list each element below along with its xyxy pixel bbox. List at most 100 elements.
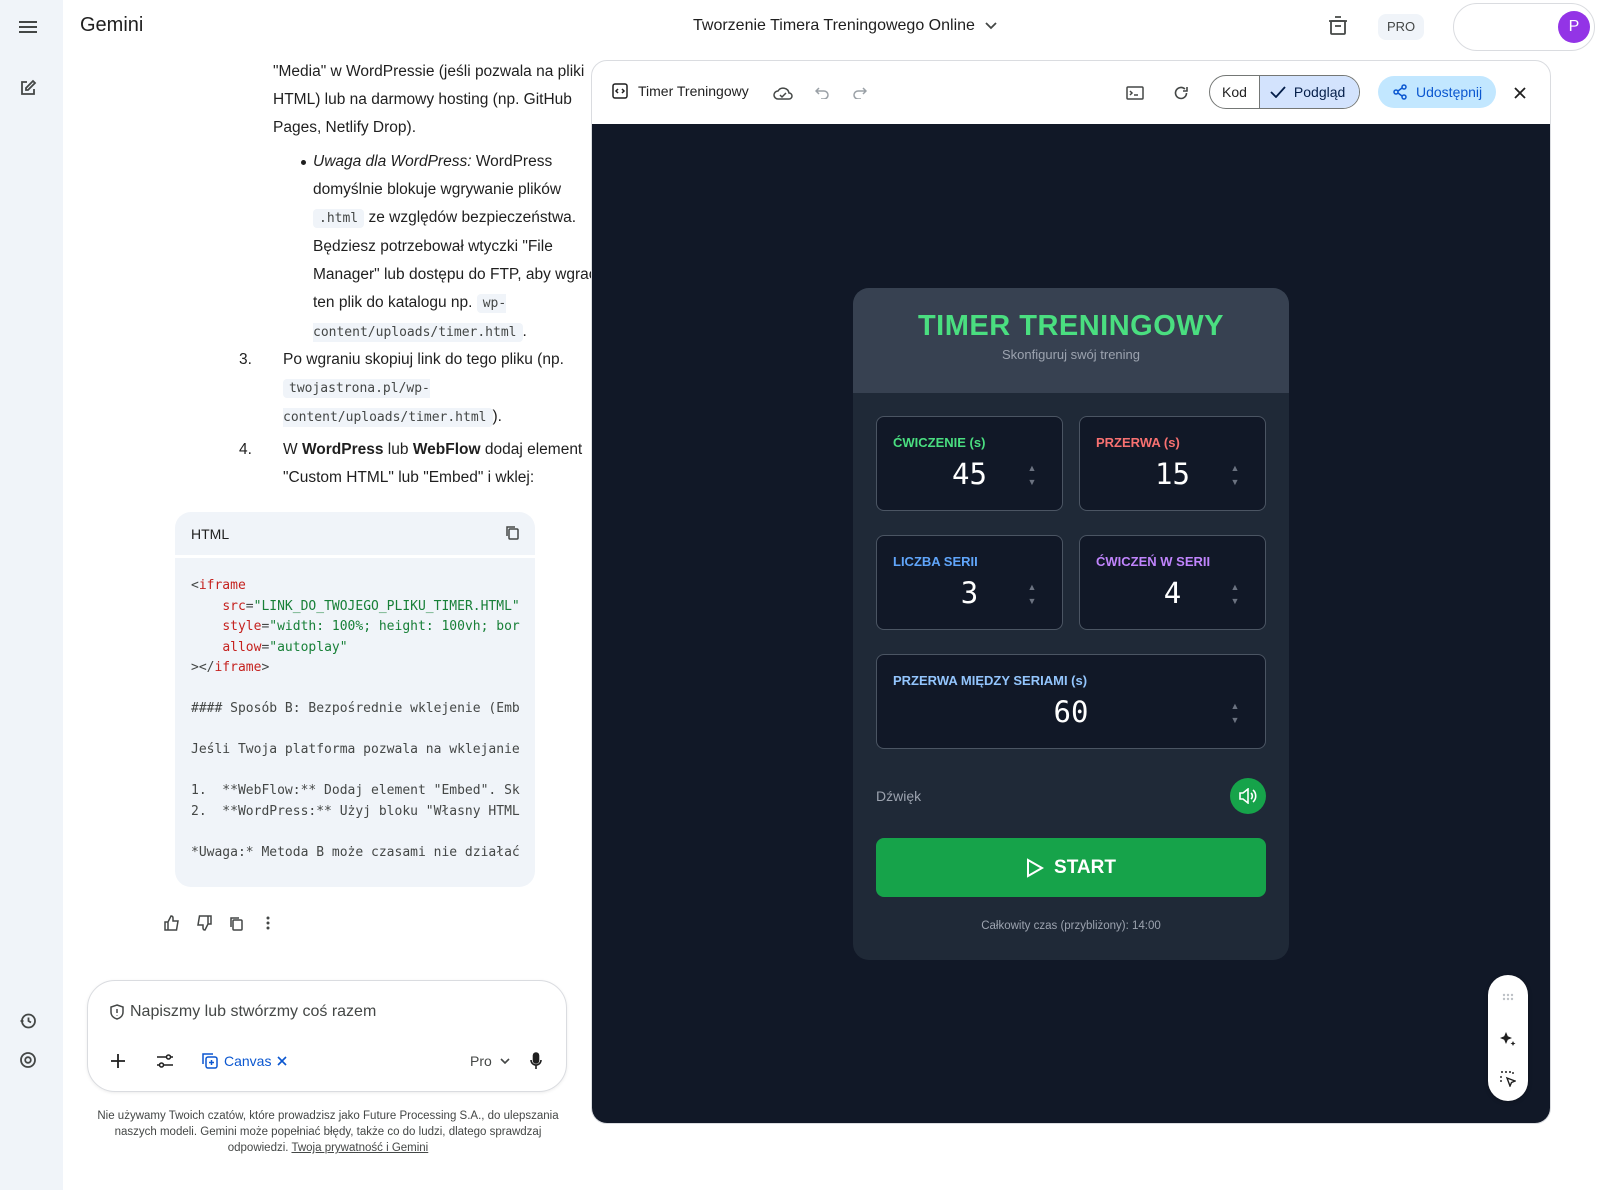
bullet-dot	[301, 160, 306, 165]
code-view-button[interactable]: Kod	[1210, 76, 1259, 108]
code-line: Jeśli Twoja platforma pozwala na wklejan…	[191, 742, 520, 757]
step4-bold: WordPress	[301, 441, 384, 458]
thumbs-down-icon[interactable]	[195, 914, 213, 932]
response-actions	[163, 914, 277, 932]
prompt-input[interactable]: Napiszmy lub stwórzmy coś razem	[110, 1003, 376, 1021]
set-rest-field[interactable]: PRZERWA MIĘDZY SERIAMI (s) 60 ▲ ▼	[876, 654, 1266, 749]
sound-label: Dźwięk	[876, 788, 922, 804]
prompt-composer[interactable]: Napiszmy lub stwórzmy coś razem Canvas P…	[87, 980, 567, 1092]
total-time: Całkowity czas (przybliżony): 14:00	[981, 920, 1161, 932]
prompt-placeholder: Napiszmy lub stwórzmy coś razem	[130, 1003, 377, 1020]
brand-title: Gemini	[80, 14, 144, 36]
redo-icon[interactable]	[850, 83, 870, 103]
spinner-icon[interactable]: ▲ ▼	[1229, 580, 1241, 610]
step-3: Po wgraniu skopiuj link do tego pliku (n…	[283, 346, 613, 432]
thumbs-up-icon[interactable]	[163, 914, 181, 932]
share-icon	[1393, 84, 1407, 100]
spinner-icon[interactable]: ▲ ▼	[1026, 461, 1038, 491]
spinner-icon[interactable]: ▲ ▼	[1229, 461, 1241, 491]
timer-title: TIMER TRENINGOWY	[917, 310, 1225, 342]
history-icon[interactable]	[16, 1009, 40, 1033]
add-icon[interactable]	[110, 1053, 126, 1074]
spinner-icon[interactable]: ▲ ▼	[1026, 580, 1038, 610]
close-icon[interactable]	[1510, 83, 1530, 103]
share-label: Udostępnij	[1416, 84, 1483, 100]
composer-toolbar: Canvas Pro	[110, 1051, 550, 1075]
floating-toolbar	[1488, 975, 1528, 1101]
tools-icon[interactable]	[156, 1053, 174, 1074]
top-bar: Gemini Tworzenie Timera Treningowego Onl…	[63, 0, 1600, 56]
list-number: 4.	[239, 441, 252, 458]
step4-bold: WebFlow	[412, 441, 481, 458]
rest-field[interactable]: PRZERWA (s) 15 ▲ ▼	[1079, 416, 1266, 511]
console-icon[interactable]	[1125, 83, 1145, 103]
code-language: HTML	[191, 525, 230, 542]
canvas-title: Timer Treningowy	[612, 83, 749, 99]
code-content: <iframe src="LINK_DO_TWOJEGO_PLIKU_TIMER…	[191, 578, 520, 860]
close-icon[interactable]	[277, 1056, 288, 1066]
spinner-icon[interactable]: ▲ ▼	[1229, 699, 1241, 729]
share-button[interactable]: Udostępnij	[1378, 76, 1497, 108]
microphone-icon[interactable]	[530, 1052, 542, 1075]
drag-handle-icon[interactable]	[1498, 987, 1518, 1007]
code-token: allow	[222, 639, 262, 655]
conversation-title-dropdown[interactable]: Tworzenie Timera Treningowego Online	[693, 17, 997, 35]
canvas-preview: TIMER TRENINGOWY Skonfiguruj swój trenin…	[592, 124, 1550, 1123]
code-token: =	[245, 598, 254, 614]
settings-icon[interactable]	[16, 1048, 40, 1072]
canvas-chip[interactable]: Canvas	[202, 1053, 288, 1069]
view-toggle[interactable]: Kod Podgląd	[1209, 75, 1361, 109]
field-value[interactable]: 60	[877, 695, 1265, 729]
step4-text: lub	[383, 441, 413, 458]
preview-view-button[interactable]: Podgląd	[1258, 76, 1360, 108]
field-label: PRZERWA MIĘDZY SERIAMI (s)	[893, 673, 1088, 688]
select-element-icon[interactable]	[1498, 1069, 1518, 1089]
field-label: PRZERWA (s)	[1096, 435, 1180, 450]
menu-icon[interactable]	[16, 15, 40, 39]
field-label: ĆWICZENIE (s)	[893, 435, 986, 450]
undo-icon[interactable]	[812, 83, 832, 103]
volume-icon	[1239, 788, 1257, 804]
note-italic: Uwaga dla WordPress:	[313, 153, 472, 170]
account-button[interactable]: P	[1453, 3, 1595, 51]
privacy-link[interactable]: Twoja prywatność i Gemini	[291, 1142, 428, 1154]
chevron-down-icon	[985, 22, 997, 30]
code-line: #### Sposób B: Bezpośrednie wklejenie (E…	[191, 701, 520, 716]
new-chat-icon[interactable]	[16, 76, 40, 100]
code-line: 1. **WebFlow:** Dodaj element "Embed". S…	[191, 783, 520, 798]
copy-icon[interactable]	[227, 914, 245, 932]
main-area: Gemini Tworzenie Timera Treningowego Onl…	[63, 0, 1600, 1190]
archive-icon[interactable]	[1328, 15, 1348, 42]
sound-toggle[interactable]	[1230, 778, 1266, 814]
exercise-field[interactable]: ĆWICZENIE (s) 45 ▲ ▼	[876, 416, 1063, 511]
check-icon	[1270, 86, 1286, 98]
inline-code: twojastrona.pl/wp-content/uploads/timer.…	[283, 379, 493, 427]
code-line: 2. **WordPress:** Użyj bloku "Własny HTM…	[191, 803, 520, 819]
conversation-title: Tworzenie Timera Treningowego Online	[693, 17, 975, 34]
code-token: <	[191, 578, 199, 593]
start-label: START	[1054, 856, 1116, 878]
code-block-header: HTML	[175, 512, 535, 558]
timer-subtitle: Skonfiguruj swój trening	[1001, 347, 1141, 362]
code-file-icon	[612, 83, 628, 99]
code-token: style	[222, 619, 262, 634]
timer-card: TIMER TRENINGOWY Skonfiguruj swój trenin…	[853, 288, 1289, 960]
avatar[interactable]: P	[1558, 11, 1590, 43]
refresh-icon[interactable]	[1171, 83, 1191, 103]
canvas-label: Canvas	[224, 1053, 272, 1069]
code-token: iframe	[198, 578, 246, 593]
sets-field[interactable]: LICZBA SERII 3 ▲ ▼	[876, 535, 1063, 630]
exercises-per-set-field[interactable]: ĆWICZEŃ W SERII 4 ▲ ▼	[1079, 535, 1266, 630]
canvas-title-text: Timer Treningowy	[638, 83, 749, 99]
copy-icon[interactable]	[505, 525, 519, 543]
timer-header: TIMER TRENINGOWY Skonfiguruj swój trenin…	[853, 288, 1289, 393]
model-label: Pro	[470, 1053, 492, 1069]
start-button[interactable]: START	[876, 838, 1266, 897]
code-block: HTML <iframe src="LINK_DO_TWOJEGO_PLIKU_…	[175, 512, 535, 887]
cloud-icon[interactable]	[773, 83, 793, 103]
model-selector[interactable]: Pro	[470, 1053, 510, 1069]
sparkle-icon[interactable]	[1498, 1029, 1518, 1049]
play-icon	[1027, 857, 1045, 878]
more-vert-icon[interactable]	[259, 914, 277, 932]
step3-end: ).	[492, 408, 502, 425]
